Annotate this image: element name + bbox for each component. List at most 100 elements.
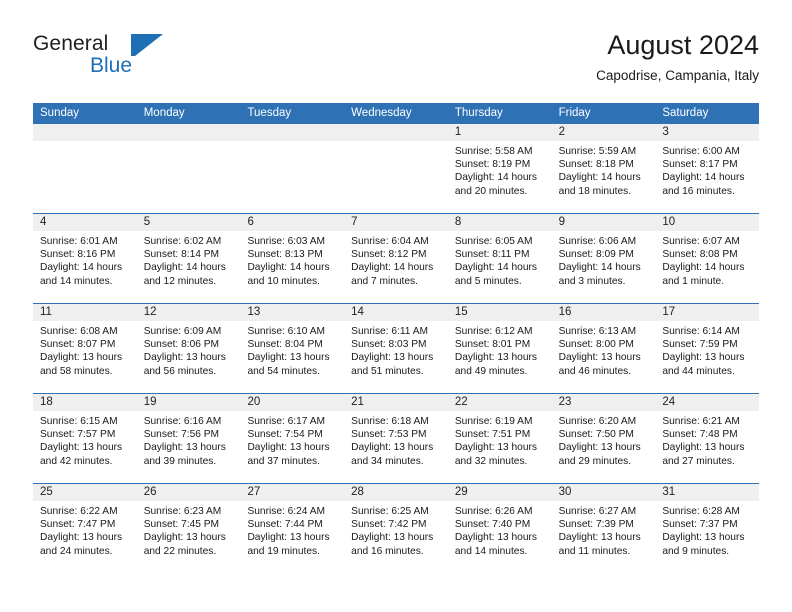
calendar-day-cell[interactable]: 8 Sunrise: 6:05 AM Sunset: 8:11 PM Daylight…	[447, 214, 552, 303]
logo-text-general: General	[33, 32, 109, 55]
calendar-day-cell[interactable]: 22 Sunrise: 6:19 AM Sunset: 7:51 PM Dayligh…	[447, 394, 552, 483]
day-detail-text: Sunrise: 6:08 AM Sunset: 8:07 PM Daylight:…	[33, 321, 137, 378]
day-detail-text: Sunrise: 6:11 AM Sunset: 8:03 PM Daylight:…	[344, 321, 448, 378]
calendar-day-cell[interactable]: 19 Sunrise: 6:16 AM Sunset: 7:56 PM Dayligh…	[136, 394, 241, 483]
calendar-day-cell[interactable]: 15 Sunrise: 6:12 AM Sunset: 8:01 PM Dayligh…	[447, 304, 552, 393]
day-detail-line: Sunset: 7:53 PM	[351, 429, 427, 441]
day-detail-line: and 51 minutes.	[351, 365, 424, 377]
calendar-day-cell[interactable]: 5 Sunrise: 6:02 AM Sunset: 8:14 PM Daylight…	[136, 214, 241, 303]
day-detail-line: Sunset: 8:14 PM	[143, 249, 220, 261]
day-detail-line: Sunrise: 6:24 AM	[247, 506, 326, 517]
day-detail-line: Sunset: 7:37 PM	[662, 519, 738, 531]
weekday-header-sunday: Sunday	[40, 107, 80, 119]
triangle-flag-icon	[131, 34, 163, 58]
day-number: 7	[344, 214, 448, 231]
calendar-day-cell[interactable]: 30 Sunrise: 6:27 AM Sunset: 7:39 PM Dayligh…	[551, 484, 656, 573]
day-detail-text: Sunrise: 5:58 AM Sunset: 8:19 PM Daylight:…	[448, 141, 552, 198]
calendar-day-cell[interactable]: 14 Sunrise: 6:11 AM Sunset: 8:03 PM Dayligh…	[344, 304, 448, 393]
calendar-day-cell[interactable]: 25 Sunrise: 6:22 AM Sunset: 7:47 PM Dayligh…	[33, 484, 137, 573]
day-detail-text: Sunrise: 6:02 AM Sunset: 8:14 PM Daylight:…	[137, 231, 241, 288]
day-detail-text: Sunrise: 6:01 AM Sunset: 8:16 PM Daylight:…	[33, 231, 137, 288]
calendar-day-cell[interactable]: 17 Sunrise: 6:14 AM Sunset: 7:59 PM Dayligh…	[655, 304, 760, 393]
day-detail-line: Daylight: 13 hours	[247, 442, 330, 454]
day-detail-line: Sunset: 8:17 PM	[662, 159, 738, 171]
day-detail-line: Sunset: 8:19 PM	[454, 159, 531, 171]
day-detail-line: Sunrise: 6:28 AM	[662, 506, 740, 517]
day-detail-line: Sunrise: 6:23 AM	[143, 506, 222, 517]
day-detail-line: Sunset: 7:40 PM	[454, 519, 531, 531]
day-detail-line: Sunrise: 6:16 AM	[143, 416, 222, 427]
calendar-day-cell[interactable]: 7 Sunrise: 6:04 AM Sunset: 8:12 PM Daylight…	[344, 214, 448, 303]
day-detail-line: Daylight: 13 hours	[454, 442, 537, 454]
calendar-day-cell[interactable]: 20 Sunrise: 6:17 AM Sunset: 7:54 PM Dayligh…	[240, 394, 345, 483]
calendar-day-cell[interactable]: 1 Sunrise: 5:58 AM Sunset: 8:19 PM Daylight…	[447, 124, 552, 213]
day-detail-line: Sunrise: 6:27 AM	[558, 506, 637, 517]
calendar-day-cell[interactable]: 13 Sunrise: 6:10 AM Sunset: 8:04 PM Dayligh…	[240, 304, 345, 393]
calendar-day-cell[interactable]: 10 Sunrise: 6:07 AM Sunset: 8:08 PM Dayligh…	[655, 214, 760, 303]
day-detail-line: Sunset: 7:56 PM	[143, 429, 220, 441]
day-detail-line: Daylight: 13 hours	[247, 352, 330, 364]
calendar-day-cell[interactable]: 29 Sunrise: 6:26 AM Sunset: 7:40 PM Dayligh…	[447, 484, 552, 573]
day-detail-line: Sunrise: 6:21 AM	[662, 416, 740, 427]
day-number	[136, 124, 241, 141]
day-detail-text: Sunrise: 6:13 AM Sunset: 8:00 PM Daylight:…	[552, 321, 656, 378]
calendar-day-cell[interactable]: 23 Sunrise: 6:20 AM Sunset: 7:50 PM Dayligh…	[551, 394, 656, 483]
calendar-week-cells: 4 Sunrise: 6:01 AM Sunset: 8:16 PM Daylight…	[33, 214, 760, 303]
day-detail-text: Sunrise: 6:12 AM Sunset: 8:01 PM Daylight:…	[448, 321, 552, 378]
day-detail-line: Sunrise: 5:59 AM	[558, 146, 637, 157]
day-detail-text: Sunrise: 6:15 AM Sunset: 7:57 PM Daylight:…	[33, 411, 137, 468]
day-detail-text: Sunrise: 6:19 AM Sunset: 7:51 PM Daylight:…	[448, 411, 552, 468]
day-number: 4	[33, 214, 137, 231]
day-number	[33, 124, 137, 141]
day-detail-line: and 39 minutes.	[143, 455, 217, 467]
calendar-day-cell[interactable]: 3 Sunrise: 6:00 AM Sunset: 8:17 PM Daylight…	[655, 124, 760, 213]
day-detail-text: Sunrise: 6:10 AM Sunset: 8:04 PM Daylight:…	[240, 321, 344, 378]
day-detail-line: Daylight: 13 hours	[351, 532, 434, 544]
day-detail-line: Sunrise: 6:07 AM	[662, 236, 740, 247]
calendar-day-cell[interactable]: 26 Sunrise: 6:23 AM Sunset: 7:45 PM Dayligh…	[136, 484, 241, 573]
day-detail-line: Daylight: 14 hours	[247, 262, 330, 274]
page-header: General Blue August 2024 Capodrise, Camp…	[33, 28, 759, 96]
day-detail-line: and 9 minutes.	[662, 545, 730, 557]
calendar-day-cell[interactable]: 24 Sunrise: 6:21 AM Sunset: 7:48 PM Dayligh…	[655, 394, 760, 483]
calendar-day-cell[interactable]: 11 Sunrise: 6:08 AM Sunset: 8:07 PM Dayligh…	[33, 304, 137, 393]
day-detail-line: Daylight: 13 hours	[143, 532, 226, 544]
calendar-day-cell[interactable]: 9 Sunrise: 6:06 AM Sunset: 8:09 PM Daylight…	[551, 214, 656, 303]
calendar-day-cell[interactable]: 27 Sunrise: 6:24 AM Sunset: 7:44 PM Dayligh…	[240, 484, 345, 573]
day-detail-line: Daylight: 13 hours	[454, 532, 537, 544]
calendar-day-cell[interactable]: 12 Sunrise: 6:09 AM Sunset: 8:06 PM Dayligh…	[136, 304, 241, 393]
day-number: 2	[551, 124, 656, 141]
day-detail-line: and 44 minutes.	[662, 365, 735, 377]
day-detail-line: Sunset: 7:48 PM	[662, 429, 738, 441]
day-detail-line: and 56 minutes.	[143, 365, 217, 377]
day-number: 6	[240, 214, 345, 231]
calendar-week-row: 25 Sunrise: 6:22 AM Sunset: 7:47 PM Dayligh…	[33, 483, 760, 573]
day-detail-text: Sunrise: 6:07 AM Sunset: 8:08 PM Daylight:…	[655, 231, 759, 288]
calendar-day-cell[interactable]: 16 Sunrise: 6:13 AM Sunset: 8:00 PM Dayligh…	[551, 304, 656, 393]
calendar-day-cell-empty	[240, 124, 345, 213]
day-detail-line: and 54 minutes.	[247, 365, 320, 377]
day-detail-line: and 1 minute.	[662, 275, 725, 287]
calendar-day-cell[interactable]: 31 Sunrise: 6:28 AM Sunset: 7:37 PM Dayligh…	[655, 484, 760, 573]
day-detail-text: Sunrise: 6:27 AM Sunset: 7:39 PM Daylight:…	[552, 501, 656, 558]
day-detail-line: Sunrise: 6:15 AM	[40, 416, 118, 427]
day-detail-text	[240, 141, 344, 145]
calendar-day-cell[interactable]: 4 Sunrise: 6:01 AM Sunset: 8:16 PM Daylight…	[33, 214, 137, 303]
calendar-day-cell[interactable]: 6 Sunrise: 6:03 AM Sunset: 8:13 PM Daylight…	[240, 214, 345, 303]
day-detail-line: Sunrise: 6:20 AM	[558, 416, 637, 427]
day-detail-line: Sunrise: 6:01 AM	[40, 236, 118, 247]
calendar-day-cell[interactable]: 28 Sunrise: 6:25 AM Sunset: 7:42 PM Dayligh…	[344, 484, 448, 573]
day-detail-line: Sunset: 8:11 PM	[454, 249, 530, 261]
calendar-day-cell[interactable]: 18 Sunrise: 6:15 AM Sunset: 7:57 PM Dayligh…	[33, 394, 137, 483]
day-detail-line: Daylight: 14 hours	[454, 262, 537, 274]
calendar-week-row: 11 Sunrise: 6:08 AM Sunset: 8:07 PM Dayligh…	[33, 303, 760, 393]
calendar-day-cell[interactable]: 21 Sunrise: 6:18 AM Sunset: 7:53 PM Dayligh…	[344, 394, 448, 483]
day-detail-line: and 11 minutes.	[558, 545, 631, 557]
day-detail-line: and 5 minutes.	[454, 275, 522, 287]
day-detail-line: Sunset: 8:12 PM	[351, 249, 427, 261]
calendar-week-row: 4 Sunrise: 6:01 AM Sunset: 8:16 PM Daylight…	[33, 213, 760, 303]
day-detail-line: Sunset: 7:54 PM	[247, 429, 323, 441]
calendar-day-cell[interactable]: 2 Sunrise: 5:59 AM Sunset: 8:18 PM Daylight…	[551, 124, 656, 213]
day-detail-text: Sunrise: 6:28 AM Sunset: 7:37 PM Daylight:…	[655, 501, 759, 558]
day-detail-line: Daylight: 13 hours	[351, 352, 434, 364]
